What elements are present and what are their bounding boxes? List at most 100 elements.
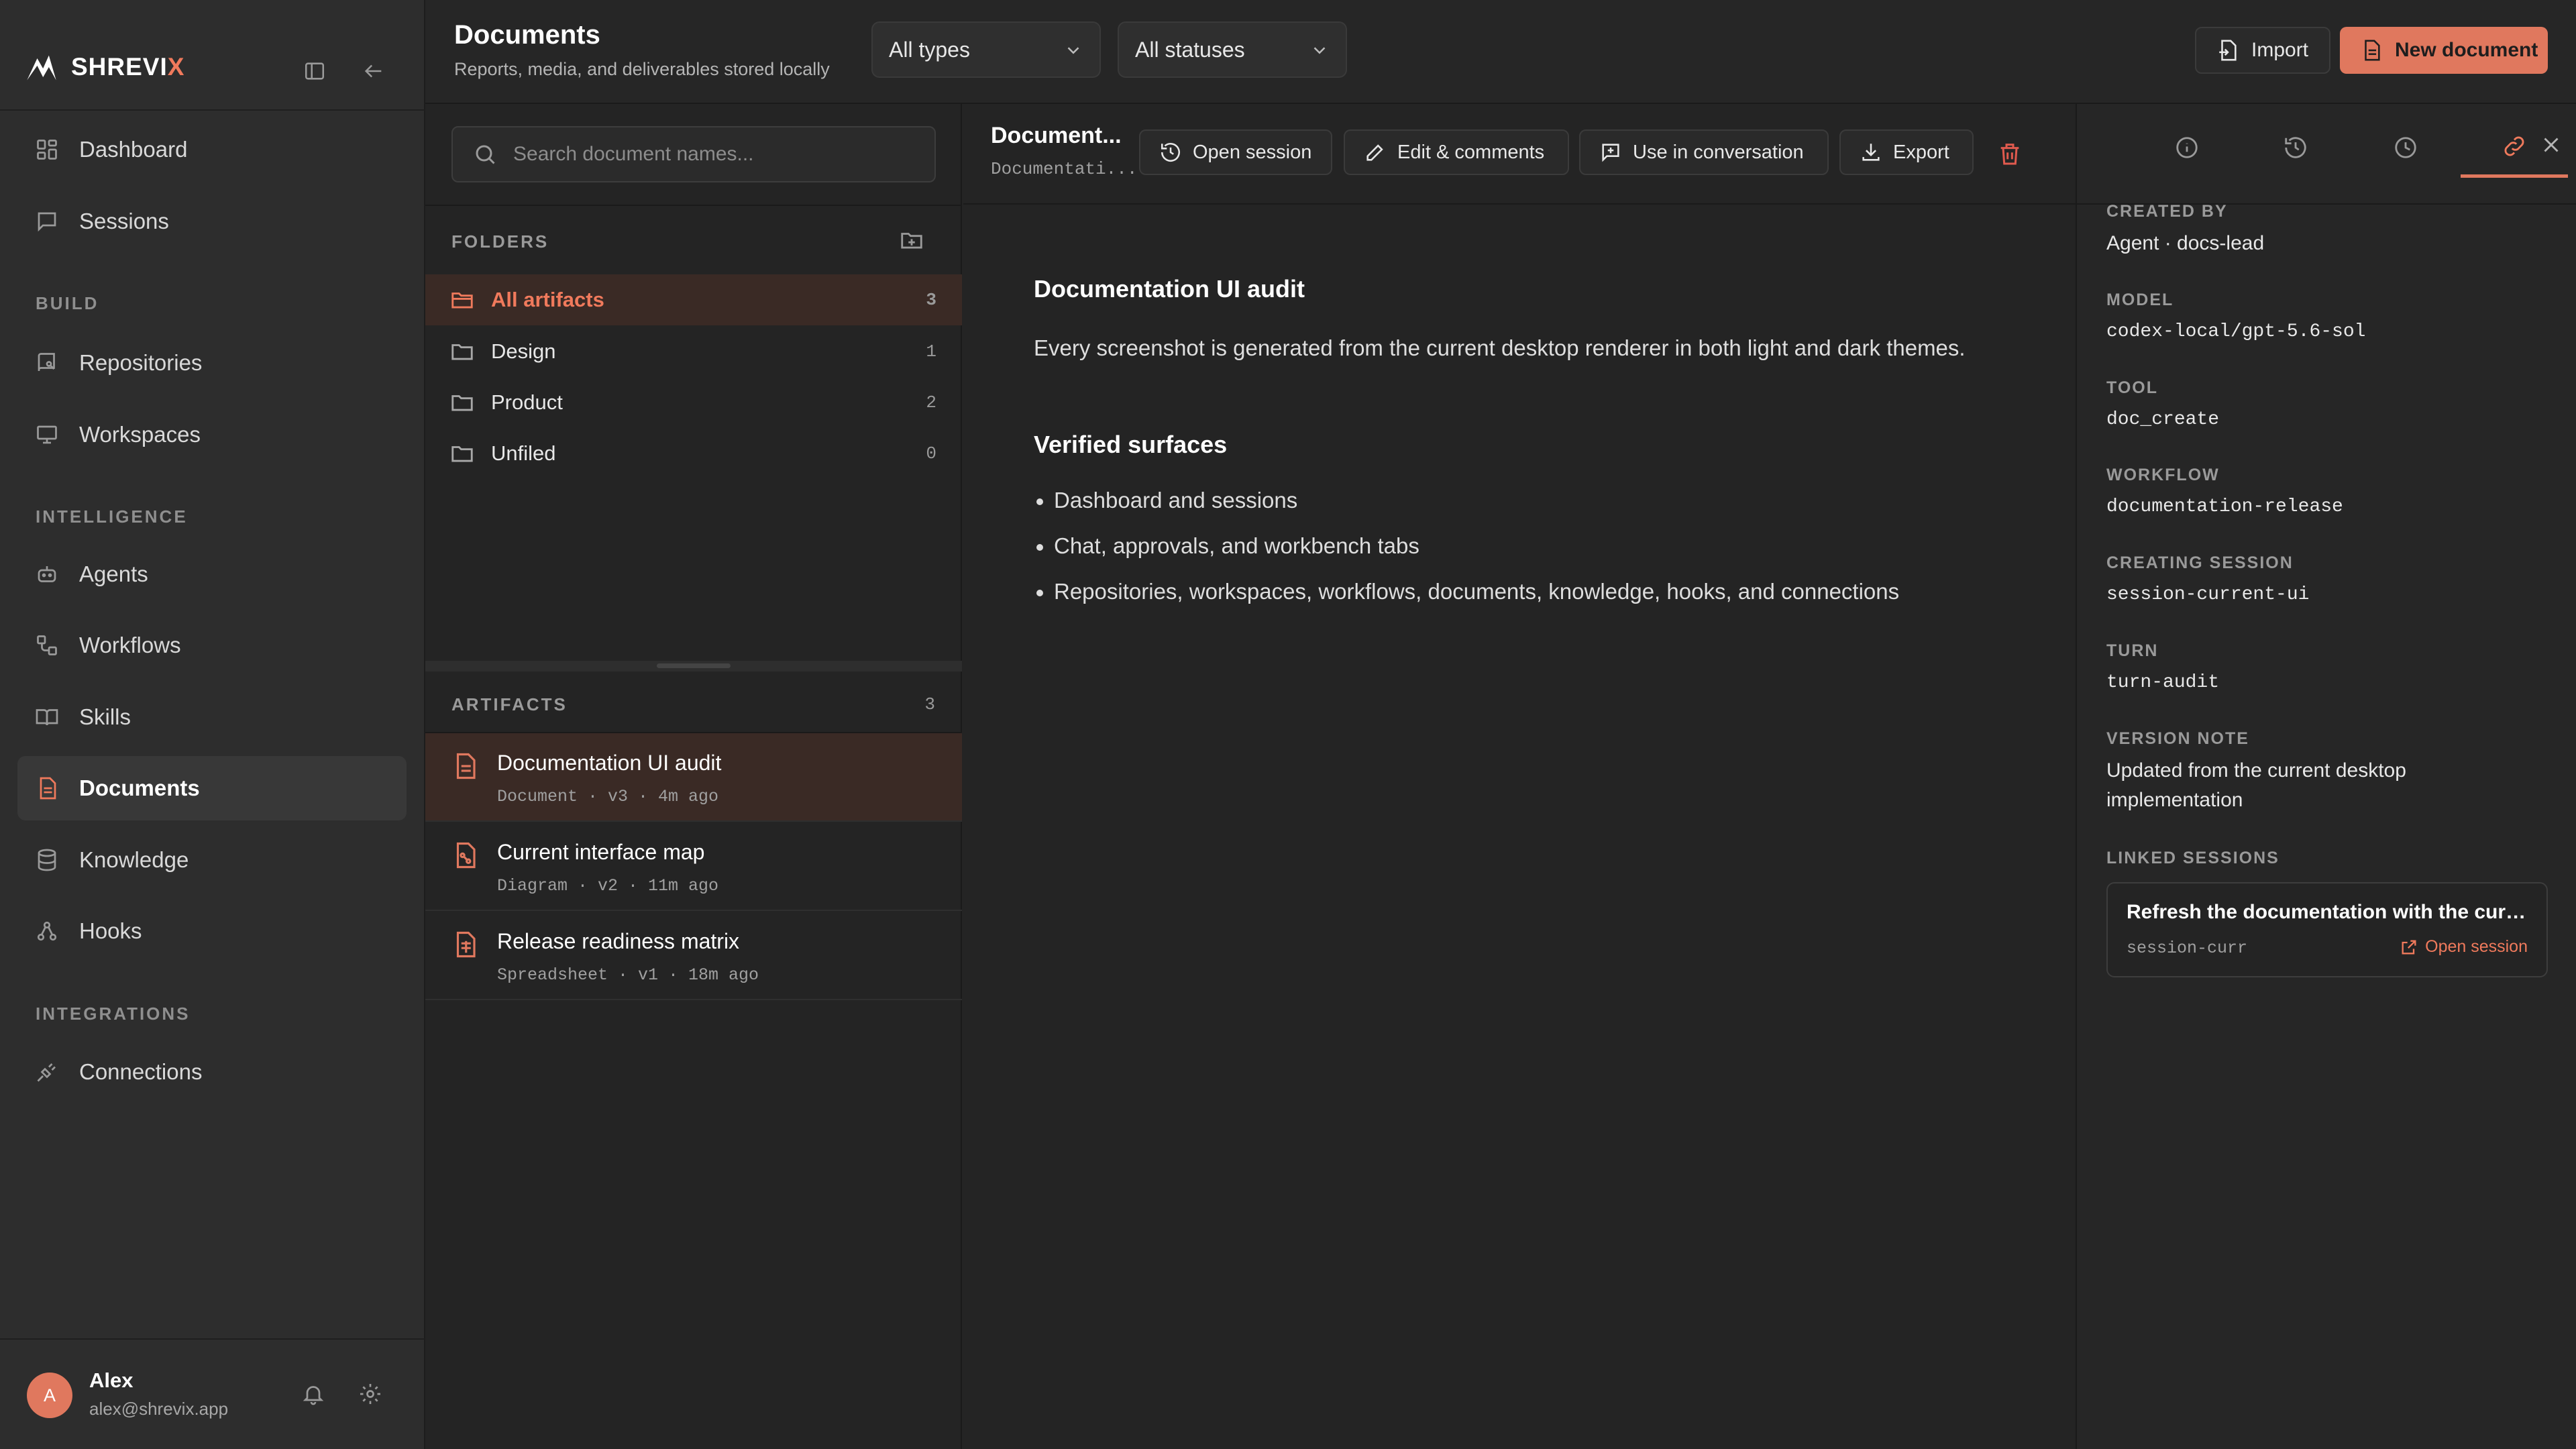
linked-open-session-link[interactable]: Open session [2400,937,2528,957]
collapse-sidebar-button[interactable] [355,52,392,90]
notifications-button[interactable] [294,1375,332,1413]
plug-icon [37,1063,56,1082]
nav-item-connections[interactable]: Connections [17,1040,407,1104]
close-icon[interactable] [2538,132,2564,158]
pane-resize-handle[interactable] [425,661,962,672]
field-value: doc_create [2106,409,2220,430]
nav-item-workflows[interactable]: Workflows [17,613,407,678]
document-view: Document... Documentati... Open session … [963,104,2076,1449]
field-value: Agent · docs-lead [2106,232,2265,254]
nav-item-hooks[interactable]: Hooks [17,899,407,963]
nav-label: Dashboard [79,137,188,162]
type-filter-value: All types [889,37,970,62]
nav-label: Sessions [79,209,169,233]
open-session-button[interactable]: Open session [1139,129,1332,175]
search-box[interactable] [451,126,936,182]
tab-activity[interactable] [2352,117,2459,178]
nav-item-documents[interactable]: Documents [17,756,407,820]
field-value: session-current-ui [2106,584,2310,605]
tab-history[interactable] [2242,117,2349,178]
document-list-item: Repositories, workspaces, workflows, doc… [1036,579,1900,604]
tab-info[interactable] [2133,117,2241,178]
nav-label: Skills [79,704,131,729]
brand[interactable]: SHREVIX [24,47,184,87]
nav-item-dashboard[interactable]: Dashboard [17,117,407,182]
field-label: MODEL [2106,290,2174,309]
folder-design[interactable]: Design 1 [425,326,962,377]
document-icon [456,753,476,780]
nav-section-intelligence: INTELLIGENCE [36,506,188,527]
field-label: TURN [2106,641,2159,660]
search-input[interactable] [513,143,916,166]
sidebar-divider [0,109,425,111]
app-window: SHREVIX Dashboard Sessions BUILD Reposit… [0,0,2576,1449]
settings-button[interactable] [352,1375,389,1413]
trash-icon[interactable] [1996,140,2023,167]
linked-session-card[interactable]: Refresh the documentation with the curre… [2106,882,2548,977]
folder-all-artifacts[interactable]: All artifacts 3 [425,274,962,325]
nav-label: Workflows [79,633,181,657]
document-list-item: Dashboard and sessions [1036,488,1298,513]
folder-product[interactable]: Product 2 [425,377,962,428]
folder-label: All artifacts [491,288,604,311]
details-panel: CREATED BY Agent · docs-lead MODEL codex… [2076,104,2576,1449]
artifact-item[interactable]: Release readiness matrix Spreadsheet · v… [425,912,962,1000]
status-filter-select[interactable]: All statuses [1118,21,1347,78]
folder-open-icon [451,292,473,309]
edit-comments-button[interactable]: Edit & comments [1344,129,1569,175]
history-icon [1161,143,1181,162]
artifact-item[interactable]: Documentation UI audit Document · v3 · 4… [425,733,962,822]
page-title: Documents [454,20,600,50]
type-filter-select[interactable]: All types [871,21,1101,78]
history-icon [2285,137,2306,158]
bot-icon [38,566,56,582]
divider [425,205,962,206]
nav-item-repositories[interactable]: Repositories [17,331,407,395]
diagram-file-icon [456,842,476,869]
message-plus-icon [1602,144,1619,162]
nav-label: Repositories [79,350,203,375]
field-label: WORKFLOW [2106,466,2220,484]
import-icon [2219,40,2237,61]
link-icon [2504,136,2524,156]
edit-comments-label: Edit & comments [1397,141,1545,163]
new-folder-icon[interactable] [899,227,924,253]
external-link-icon [2402,940,2416,954]
monitor-icon [37,425,57,444]
nav-label: Documents [79,775,200,800]
resize-grip[interactable] [657,663,731,668]
nav-item-agents[interactable]: Agents [17,542,407,606]
nav-item-skills[interactable]: Skills [17,685,407,749]
chevron-down-icon [1313,47,1326,54]
nav-item-knowledge[interactable]: Knowledge [17,828,407,892]
artifact-item[interactable]: Current interface map Diagram · v2 · 11m… [425,822,962,911]
avatar[interactable]: A [27,1373,72,1418]
folder-label: Design [491,339,556,363]
spreadsheet-icon [456,931,476,958]
import-label: Import [2251,39,2309,61]
status-filter-value: All statuses [1135,37,1245,62]
toggle-sidebar-button[interactable] [296,52,333,90]
details-tabs [2077,104,2576,205]
bell-icon [303,1386,324,1405]
linked-sessions-label: LINKED SESSIONS [2106,849,2279,867]
export-button[interactable]: Export [1839,129,1974,175]
import-button[interactable]: Import [2195,27,2330,74]
folders-label: FOLDERS [451,231,549,252]
linked-session-title: Refresh the documentation with the curre… [2127,901,2529,923]
nav-section-integrations: INTEGRATIONS [36,1004,191,1024]
folder-unfiled[interactable]: Unfiled 0 [425,428,962,479]
document-heading: Documentation UI audit [1034,275,1305,303]
search-icon [476,145,495,164]
nav-item-workspaces[interactable]: Workspaces [17,402,407,467]
nav-label: Hooks [79,918,142,943]
folder-count: 2 [926,392,936,413]
use-in-conversation-button[interactable]: Use in conversation [1579,129,1829,175]
nav-item-sessions[interactable]: Sessions [17,189,407,254]
open-session-link-label: Open session [2425,937,2528,956]
field-label: CREATED BY [2106,202,2228,221]
folder-count: 3 [926,290,936,310]
new-document-button[interactable]: New document [2340,27,2548,74]
export-label: Export [1893,141,1949,163]
document-title: Document... [991,123,1122,148]
